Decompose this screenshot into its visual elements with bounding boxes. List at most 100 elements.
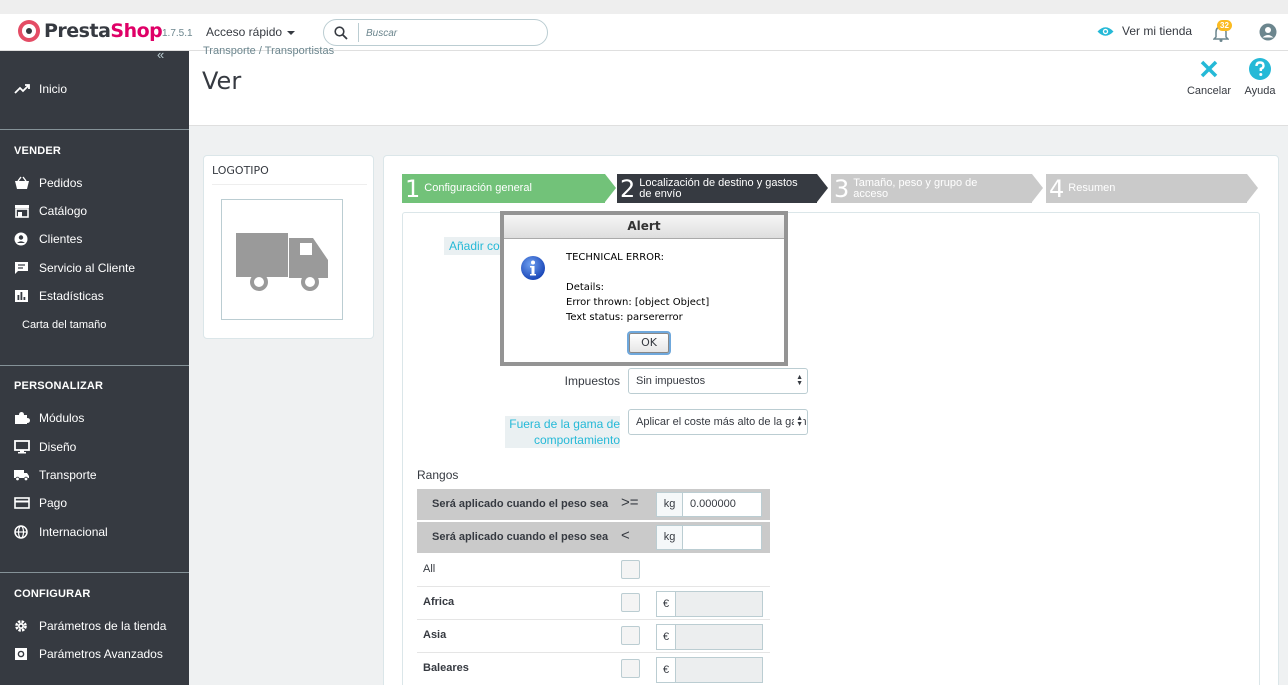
breadcrumb-item[interactable]: Transportistas xyxy=(265,45,334,57)
carrier-logo-image xyxy=(221,199,343,320)
notifications-badge: 32 xyxy=(1217,20,1232,31)
zone-row: Africa € xyxy=(417,587,770,620)
alert-message-error: Error thrown: [object Object] xyxy=(566,297,710,308)
quick-access-dropdown[interactable]: Acceso rápido xyxy=(206,25,296,39)
truck-icon xyxy=(236,233,328,291)
wizard-step-2[interactable]: 2 Localización de destino y gastos de env… xyxy=(617,174,817,203)
range-row-min: Será aplicado cuando el peso sea >= kg 0… xyxy=(417,489,770,520)
sidebar-item-catalog[interactable]: Catálogo xyxy=(14,204,87,218)
chat-icon xyxy=(15,262,28,274)
eye-icon xyxy=(1097,26,1114,36)
sidebar-item-stats[interactable]: Estadísticas xyxy=(14,289,104,303)
wizard-step-4[interactable]: 4 Resumen xyxy=(1046,174,1247,203)
sidebar-item-design[interactable]: Diseño xyxy=(14,440,76,454)
unit-addon: kg xyxy=(656,492,683,517)
add-carrier-link[interactable]: Añadir co xyxy=(444,237,505,255)
search-icon[interactable] xyxy=(334,26,348,40)
zone-row: Asia € xyxy=(417,620,770,653)
ranges-title: Rangos xyxy=(417,468,459,482)
range-row-max: Será aplicado cuando el peso sea < kg xyxy=(417,522,770,553)
sidebar-divider xyxy=(0,129,189,130)
close-icon xyxy=(1200,60,1218,78)
sidebar-divider xyxy=(0,365,189,366)
taxes-label: Impuestos xyxy=(564,374,620,388)
bar-chart-icon xyxy=(15,290,28,302)
trending-up-icon xyxy=(14,84,30,94)
quick-access-label: Acceso rápido xyxy=(206,25,283,39)
zone-checkbox[interactable] xyxy=(621,593,640,612)
range-max-input[interactable] xyxy=(682,525,762,550)
sidebar-item-customers[interactable]: Clientes xyxy=(14,232,82,246)
zone-price-input[interactable] xyxy=(675,657,763,683)
search-box xyxy=(323,19,548,46)
step-arrow xyxy=(1032,174,1043,202)
page-toolbar: Transporte / Transportistas Ver Cancelar… xyxy=(189,45,1288,126)
zone-checkbox[interactable] xyxy=(621,659,640,678)
sidebar-item-home[interactable]: Inicio xyxy=(14,82,67,96)
view-store-link[interactable]: Ver mi tienda xyxy=(1097,24,1192,38)
zone-checkbox[interactable] xyxy=(621,626,640,645)
logo-panel-title: LOGOTIPO xyxy=(212,164,269,177)
desktop-icon xyxy=(14,440,30,454)
unit-addon: kg xyxy=(656,525,683,550)
sidebar-item-modules[interactable]: Módulos xyxy=(14,411,84,425)
step-arrow xyxy=(605,174,616,202)
sidebar: « Inicio VENDER Pedidos Catálogo Cliente… xyxy=(0,47,189,685)
alert-dialog: Alert TECHNICAL ERROR: Details: Error th… xyxy=(500,211,788,366)
out-of-range-select[interactable]: Aplicar el coste más alto de la gama def… xyxy=(628,409,808,435)
sidebar-item-advanced-parameters[interactable]: Parámetros Avanzados xyxy=(14,647,163,661)
sidebar-item-shop-parameters[interactable]: Parámetros de la tienda xyxy=(14,619,166,633)
chevron-down-icon xyxy=(287,31,296,35)
shopping-basket-icon xyxy=(15,176,29,189)
settings-applications-icon xyxy=(15,648,27,660)
version-label: 1.7.5.1 xyxy=(162,28,193,39)
breadcrumb-item[interactable]: Transporte xyxy=(203,45,256,57)
wizard-steps: 1 Configuración general 2 Localización d… xyxy=(402,174,1262,203)
zone-row-all: All xyxy=(417,554,770,587)
cancel-button[interactable]: Cancelar xyxy=(1186,59,1232,97)
sidebar-divider xyxy=(0,572,189,573)
select-arrows-icon: ▲ ▼ xyxy=(796,374,803,387)
top-header: PrestaShop 1.7.5.1 Acceso rápido Ver mi … xyxy=(0,14,1288,51)
sidebar-item-payment[interactable]: Pago xyxy=(14,496,67,510)
help-button[interactable]: Ayuda xyxy=(1242,58,1278,97)
truck-icon xyxy=(14,470,29,482)
help-icon xyxy=(1249,58,1271,80)
zone-price-input[interactable] xyxy=(675,624,763,650)
user-icon[interactable] xyxy=(1259,23,1277,41)
range-min-input[interactable]: 0.000000 xyxy=(682,492,762,517)
carrier-logo-panel: LOGOTIPO xyxy=(203,155,374,339)
currency-addon: € xyxy=(656,657,676,683)
search-input[interactable] xyxy=(366,25,536,41)
out-of-range-label: Fuera de la gama de comportamiento xyxy=(505,416,620,448)
gear-icon xyxy=(15,620,27,632)
prestashop-logo-icon xyxy=(18,20,40,42)
alert-message-status: Text status: parsererror xyxy=(566,312,683,323)
collapse-sidebar-icon[interactable]: « xyxy=(157,47,164,62)
step-arrow xyxy=(817,174,828,202)
zone-row: Baleares € xyxy=(417,653,770,685)
info-icon xyxy=(521,256,545,280)
alert-title[interactable]: Alert xyxy=(504,215,784,239)
zone-checkbox[interactable] xyxy=(621,560,640,579)
sidebar-item-orders[interactable]: Pedidos xyxy=(14,176,82,190)
puzzle-icon xyxy=(15,412,30,424)
breadcrumb-separator: / xyxy=(258,45,262,57)
wizard-step-3[interactable]: 3 Tamaño, peso y grupo de acceso xyxy=(831,174,1032,203)
sidebar-item-international[interactable]: Internacional xyxy=(14,525,108,539)
sidebar-item-shipping[interactable]: Transporte xyxy=(14,468,97,482)
view-store-label: Ver mi tienda xyxy=(1122,24,1193,38)
sidebar-subitem-size-chart[interactable]: Carta del tamaño xyxy=(22,319,106,331)
ok-button[interactable]: OK xyxy=(629,333,669,353)
wizard-step-1[interactable]: 1 Configuración general xyxy=(402,174,605,203)
taxes-select[interactable]: Sin impuestos ▲ ▼ xyxy=(628,368,808,394)
currency-addon: € xyxy=(656,624,676,650)
alert-message-heading: TECHNICAL ERROR: xyxy=(566,252,665,263)
page-title: Ver xyxy=(202,67,242,95)
zone-price-input[interactable] xyxy=(675,591,763,617)
sidebar-item-customer-service[interactable]: Servicio al Cliente xyxy=(14,261,135,275)
sidebar-section-configure: CONFIGURAR xyxy=(14,588,91,600)
prestashop-logo[interactable]: PrestaShop xyxy=(18,20,163,42)
alert-message-details: Details: xyxy=(566,282,605,293)
store-icon xyxy=(15,205,29,218)
